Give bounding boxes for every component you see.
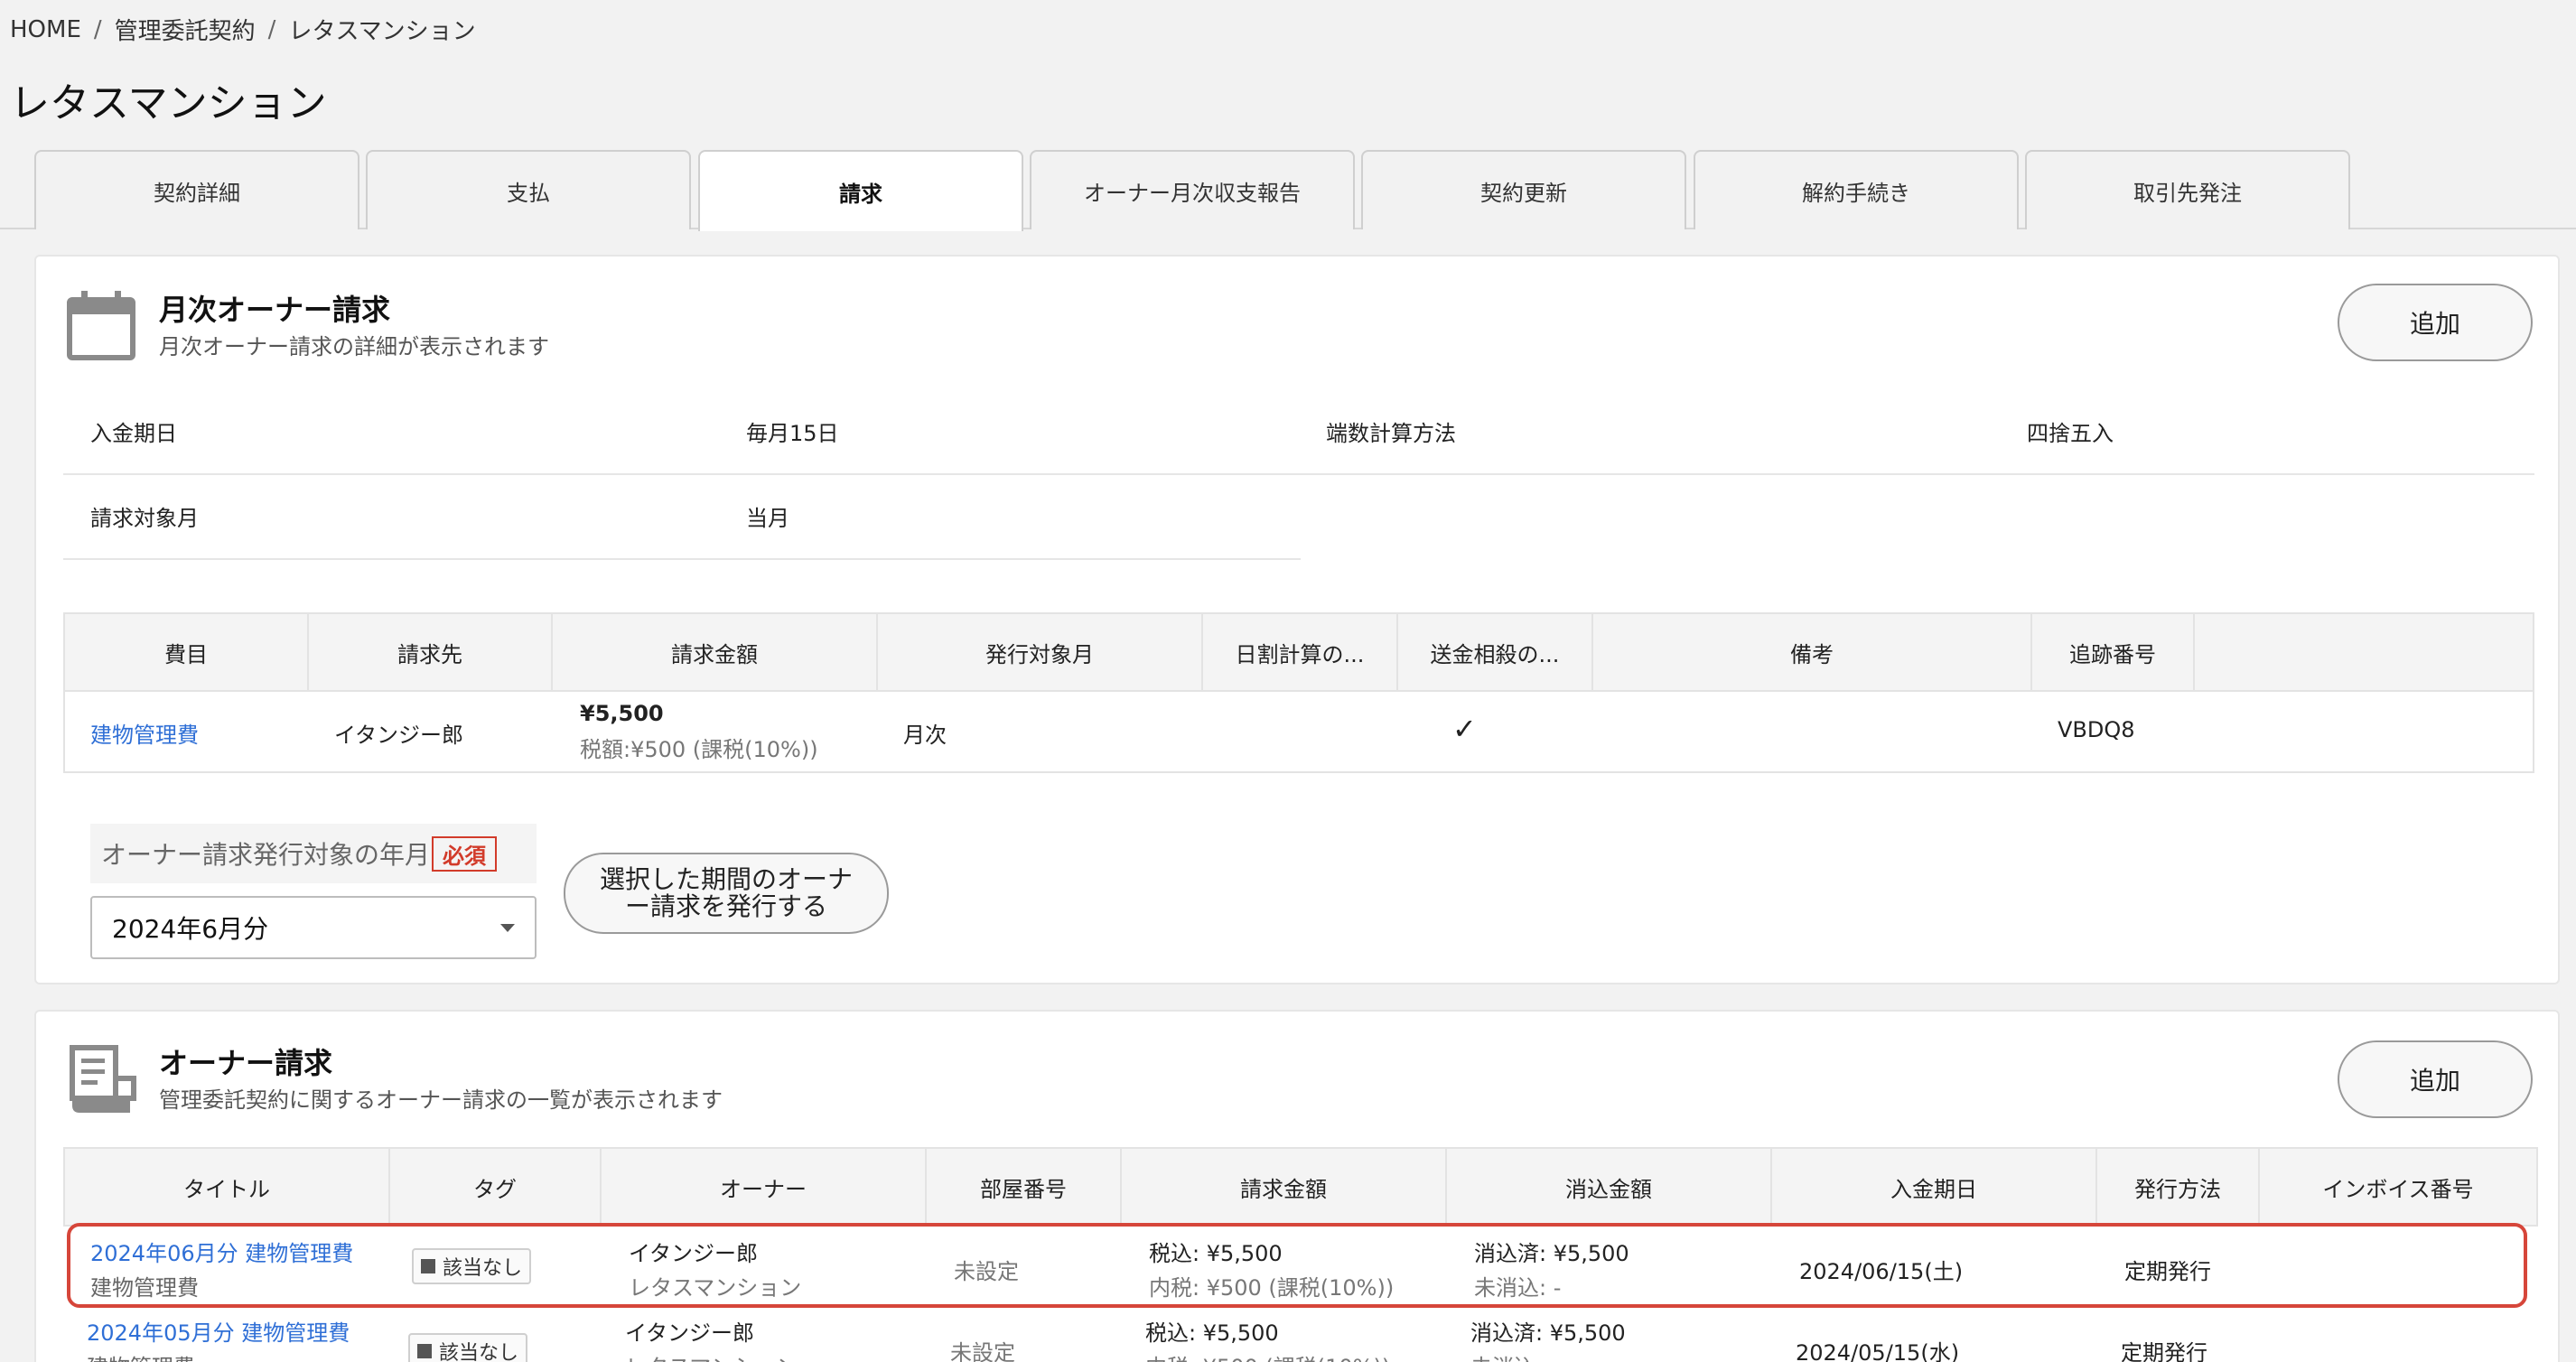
tab-payment[interactable]: 支払 [366, 150, 691, 229]
amount: ¥5,500 [580, 701, 664, 726]
due-date: 2024/06/15(土) [1799, 1259, 1964, 1284]
breadcrumb-current: レタスマンション [288, 18, 476, 45]
tag-square-icon [421, 1259, 435, 1273]
unreconciled-amount: 未消込: - [1474, 1275, 1562, 1301]
monthly-billing-title: 月次オーナー請求 [159, 293, 391, 327]
monthly-add-button[interactable]: 追加 [2338, 284, 2533, 361]
owner-invoices-title: オーナー請求 [159, 1046, 333, 1080]
owner-invoices-table-header: タイトル タグ オーナー 部屋番号 請求金額 消込金額 入金期日 発行方法 イン… [63, 1147, 2538, 1227]
invoice-title-link[interactable]: 2024年06月分 建物管理費 [90, 1236, 353, 1267]
tab-contract-renewal[interactable]: 契約更新 [1361, 150, 1686, 229]
tracking-number: VBDQ8 [2058, 717, 2135, 742]
breadcrumb: HOME / 管理委託契約 / レタスマンション [10, 13, 476, 46]
target-month-label: 請求対象月 [90, 506, 199, 531]
breadcrumb-contract[interactable]: 管理委託契約 [115, 13, 256, 46]
col-invoice-number: インボイス番号 [2322, 1176, 2474, 1202]
col-amount: 請求金額 [1122, 1149, 1447, 1225]
owner-invoices-panel: オーナー請求 管理委託契約に関するオーナー請求の一覧が表示されます 追加 タイト… [34, 1010, 2560, 1362]
document-icon [67, 1044, 139, 1116]
invoice-title-link[interactable]: 2024年05月分 建物管理費 [87, 1315, 350, 1347]
col-note: 備考 [1593, 614, 2032, 690]
due-date: 2024/05/15(水) [1796, 1340, 1960, 1362]
owner-name: イタンジー郎 [629, 1241, 759, 1266]
col-offset: 送金相殺の... [1398, 614, 1593, 690]
owner-property: レタスマンション [625, 1349, 798, 1362]
unreconciled-amount: 未消込: - [1470, 1349, 1557, 1362]
monthly-table-header: 費目 請求先 請求金額 発行対象月 日割計算の... 送金相殺の... 備考 追… [63, 612, 2534, 692]
table-row[interactable]: 2024年06月分 建物管理費 建物管理費 該当なし イタンジー郎 レタスマンシ… [67, 1223, 2527, 1308]
col-owner: オーナー [602, 1149, 927, 1225]
invoice-amount: 税込: ¥5,500 [1149, 1241, 1283, 1266]
monthly-billing-subtitle: 月次オーナー請求の詳細が表示されます [159, 334, 549, 359]
tag-badge: 該当なし [412, 1248, 532, 1284]
issue-method: 定期発行 [2124, 1259, 2211, 1284]
breadcrumb-separator: / [93, 15, 102, 43]
rounding-label: 端数計算方法 [1326, 421, 1456, 446]
col-prorate: 日割計算の... [1203, 614, 1398, 690]
table-row[interactable]: 2024年05月分 建物管理費 建物管理費 該当なし イタンジー郎 レタスマンシ… [67, 1310, 2527, 1362]
invoice-amount: 税込: ¥5,500 [1145, 1320, 1279, 1346]
reconciled-amount: 消込済: ¥5,500 [1474, 1241, 1629, 1266]
calendar-icon [67, 291, 135, 361]
col-issue-month: 発行対象月 [878, 614, 1203, 690]
col-item: 費目 [65, 614, 309, 690]
invoice-title-sub: 建物管理費 [87, 1349, 195, 1362]
item-link[interactable]: 建物管理費 [90, 717, 199, 749]
payment-due-label: 入金期日 [90, 421, 177, 446]
issue-month-select[interactable]: 2024年6月分 [90, 896, 537, 959]
required-badge: 必須 [432, 835, 498, 872]
issue-month-selected: 2024年6月分 [112, 914, 269, 944]
issue-button-line2: ー請求を発行する [624, 891, 827, 921]
issue-month-label-box: オーナー請求発行対象の年月 必須 [90, 824, 537, 883]
info-divider [63, 473, 2534, 475]
invoice-title-sub: 建物管理費 [90, 1275, 199, 1301]
billing-to: イタンジー郎 [334, 723, 464, 748]
amount-tax: 税額:¥500 (課税(10%)) [580, 737, 818, 762]
tag-square-icon [417, 1344, 432, 1358]
col-method: 発行方法 [2097, 1149, 2260, 1225]
payment-due-value: 毎月15日 [746, 421, 839, 446]
invoice-amount-tax: 内税: ¥500 (課税(10%)) [1145, 1349, 1390, 1362]
tab-owner-monthly-report[interactable]: オーナー月次収支報告 [1030, 150, 1355, 229]
table-row: 建物管理費 イタンジー郎 ¥5,500 税額:¥500 (課税(10%)) 月次… [63, 692, 2534, 773]
owner-invoices-add-button[interactable]: 追加 [2338, 1040, 2533, 1118]
tab-billing[interactable]: 請求 [698, 150, 1023, 231]
tag-badge: 該当なし [408, 1333, 528, 1362]
tab-contract-details[interactable]: 契約詳細 [34, 150, 359, 229]
target-month-value: 当月 [746, 506, 789, 531]
tab-vendor-order[interactable]: 取引先発注 [2025, 150, 2350, 229]
col-billing-to: 請求先 [309, 614, 553, 690]
col-due-date: 入金期日 [1772, 1149, 2097, 1225]
col-tag: タグ [390, 1149, 602, 1225]
issue-month-label: オーナー請求発行対象の年月 [101, 840, 431, 870]
issue-owner-invoice-button[interactable]: 選択した期間のオーナ ー請求を発行する [564, 853, 889, 934]
issue-method: 定期発行 [2121, 1340, 2207, 1362]
room-number: 未設定 [950, 1340, 1015, 1362]
tab-bar: 契約詳細 支払 請求 オーナー月次収支報告 契約更新 解約手続き 取引先発注 [0, 150, 2576, 231]
issue-month: 月次 [903, 723, 947, 748]
owner-invoices-subtitle: 管理委託契約に関するオーナー請求の一覧が表示されます [159, 1087, 723, 1113]
col-tracking: 追跡番号 [2032, 614, 2195, 690]
col-empty [2195, 614, 2533, 690]
monthly-owner-billing-panel: 月次オーナー請求 月次オーナー請求の詳細が表示されます 追加 入金期日 毎月15… [34, 255, 2560, 984]
rounding-value: 四捨五入 [2027, 421, 2114, 446]
owner-property: レタスマンション [629, 1275, 802, 1301]
issue-button-line1: 選択した期間のオーナ [599, 864, 853, 894]
tab-cancellation[interactable]: 解約手続き [1694, 150, 2019, 229]
page-title: レタスマンション [10, 80, 327, 126]
check-icon: ✓ [1452, 712, 1477, 746]
col-room: 部屋番号 [927, 1149, 1122, 1225]
col-reconciled: 消込金額 [1447, 1149, 1772, 1225]
info-divider [63, 558, 1301, 560]
invoice-amount-tax: 内税: ¥500 (課税(10%)) [1149, 1275, 1395, 1301]
room-number: 未設定 [954, 1259, 1019, 1284]
breadcrumb-separator: / [267, 15, 276, 43]
owner-name: イタンジー郎 [625, 1320, 755, 1346]
breadcrumb-home[interactable]: HOME [10, 16, 81, 43]
col-amount: 請求金額 [553, 614, 878, 690]
chevron-down-icon [500, 923, 515, 932]
col-title: タイトル [65, 1149, 390, 1225]
reconciled-amount: 消込済: ¥5,500 [1470, 1320, 1626, 1346]
